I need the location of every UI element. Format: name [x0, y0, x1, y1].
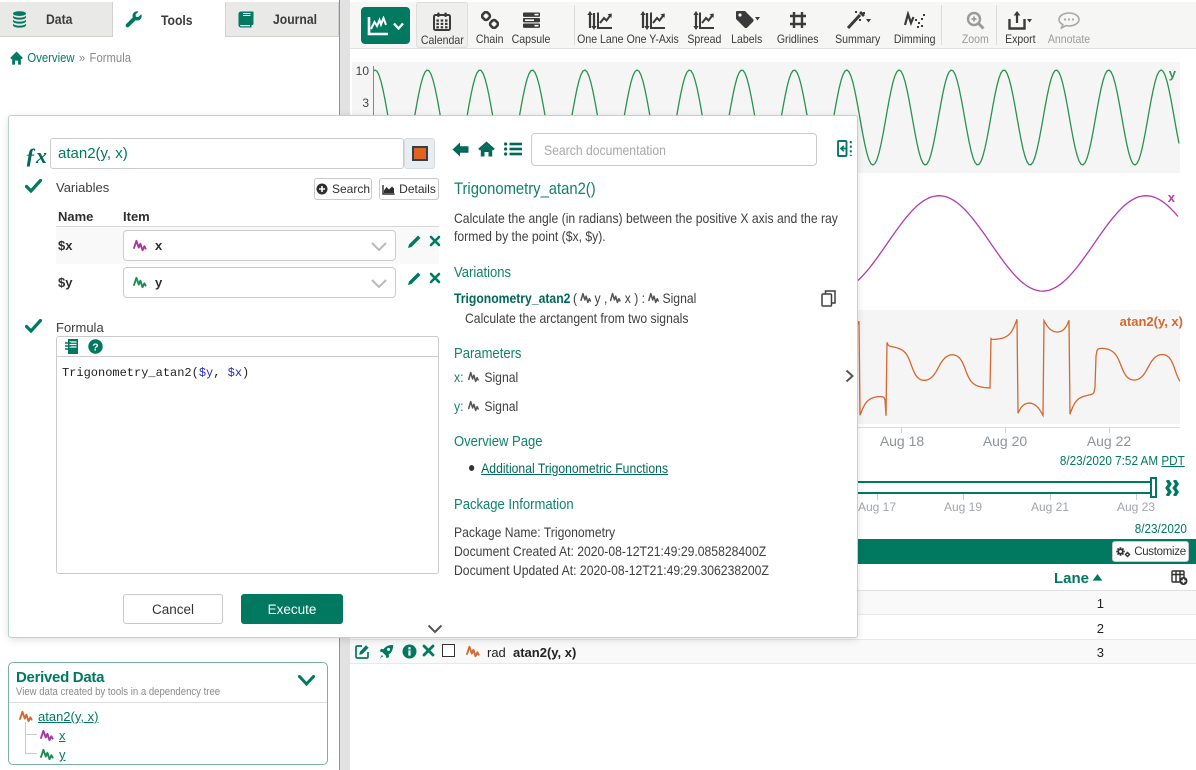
- svg-text:?: ?: [92, 341, 98, 353]
